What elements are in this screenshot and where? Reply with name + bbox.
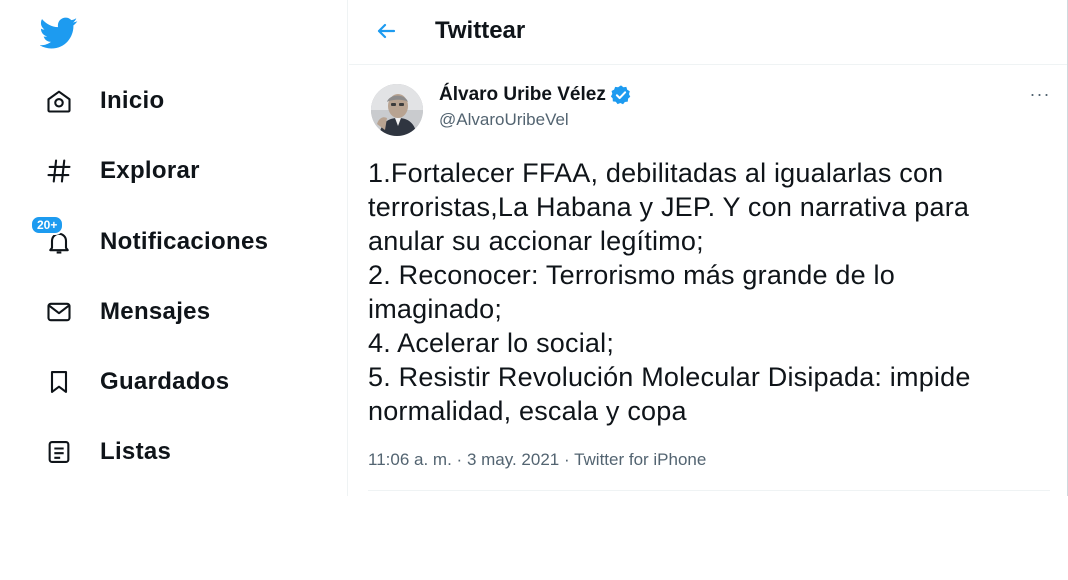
author-handle[interactable]: @AlvaroUribeVel	[439, 110, 569, 130]
author-name-text: Álvaro Uribe Vélez	[439, 84, 606, 105]
tweet-text-line: normalidad, escala y copa	[368, 396, 687, 426]
sidebar-item-guardados[interactable]: Guardados	[44, 360, 229, 404]
verified-badge-icon	[610, 84, 632, 106]
sidebar: Inicio Explorar 20+ Notificaciones Mensa…	[0, 0, 348, 496]
tweet-text-line: 5. Resistir Revolución Molecular Disipad…	[368, 362, 971, 392]
avatar[interactable]	[371, 84, 423, 136]
app-window: Inicio Explorar 20+ Notificaciones Mensa…	[0, 0, 1068, 496]
tweet-timestamp-link[interactable]: 11:06 a. m. · 3 may. 2021	[368, 450, 559, 469]
sidebar-item-label: Listas	[100, 438, 172, 465]
home-icon	[44, 86, 74, 116]
tweet-text-line: anular su accionar legítimo;	[368, 226, 704, 256]
main-column: Twittear Álvaro Uribe Vélez @AlvaroUribe…	[349, 0, 1067, 496]
tweet-text: 1.Fortalecer FFAA, debilitadas al iguala…	[368, 156, 1058, 428]
meta-separator: ·	[563, 450, 570, 469]
author-name[interactable]: Álvaro Uribe Vélez	[439, 84, 632, 106]
tweet-text-line: 4. Acelerar lo social;	[368, 328, 615, 358]
sidebar-item-mensajes[interactable]: Mensajes	[44, 290, 210, 334]
sidebar-item-label: Inicio	[100, 87, 165, 114]
tweet-text-line: 2. Reconocer: Terrorismo más grande de l…	[368, 260, 895, 290]
back-button[interactable]	[371, 18, 401, 48]
sidebar-item-inicio[interactable]: Inicio	[44, 79, 164, 123]
sidebar-item-explorar[interactable]: Explorar	[44, 149, 200, 193]
bookmark-icon	[44, 367, 74, 397]
envelope-icon	[44, 297, 74, 327]
sidebar-item-label: Notificaciones	[100, 228, 269, 255]
tweet-source-link[interactable]: Twitter for iPhone	[574, 450, 706, 469]
sidebar-item-listas[interactable]: Listas	[44, 430, 171, 474]
bell-icon: 20+	[30, 215, 74, 257]
twitter-logo-icon[interactable]	[39, 14, 78, 52]
list-icon	[44, 437, 74, 467]
sidebar-item-label: Mensajes	[100, 298, 211, 325]
arrow-left-icon	[374, 19, 398, 48]
divider	[368, 490, 1050, 491]
notification-badge: 20+	[30, 215, 65, 235]
page-title: Twittear	[435, 17, 526, 44]
tweet-text-line: terroristas,La Habana y JEP. Y con narra…	[368, 192, 970, 222]
meta-separator: ·	[456, 450, 463, 469]
sidebar-item-notificaciones[interactable]: 20+ Notificaciones	[30, 215, 269, 264]
page-header: Twittear	[349, 0, 1067, 65]
tweet-time: 11:06 a. m.	[368, 450, 452, 469]
tweet-text-line: 1.Fortalecer FFAA, debilitadas al iguala…	[368, 158, 944, 188]
sidebar-item-label: Guardados	[100, 368, 230, 395]
tweet-text-line: imaginado;	[368, 294, 503, 324]
tweet-meta: 11:06 a. m. · 3 may. 2021 · Twitter for …	[368, 450, 706, 470]
hashtag-icon	[44, 156, 74, 186]
more-options-button[interactable]: ···	[1025, 84, 1055, 106]
tweet-date: 3 may. 2021	[466, 450, 560, 469]
sidebar-item-label: Explorar	[100, 157, 200, 184]
